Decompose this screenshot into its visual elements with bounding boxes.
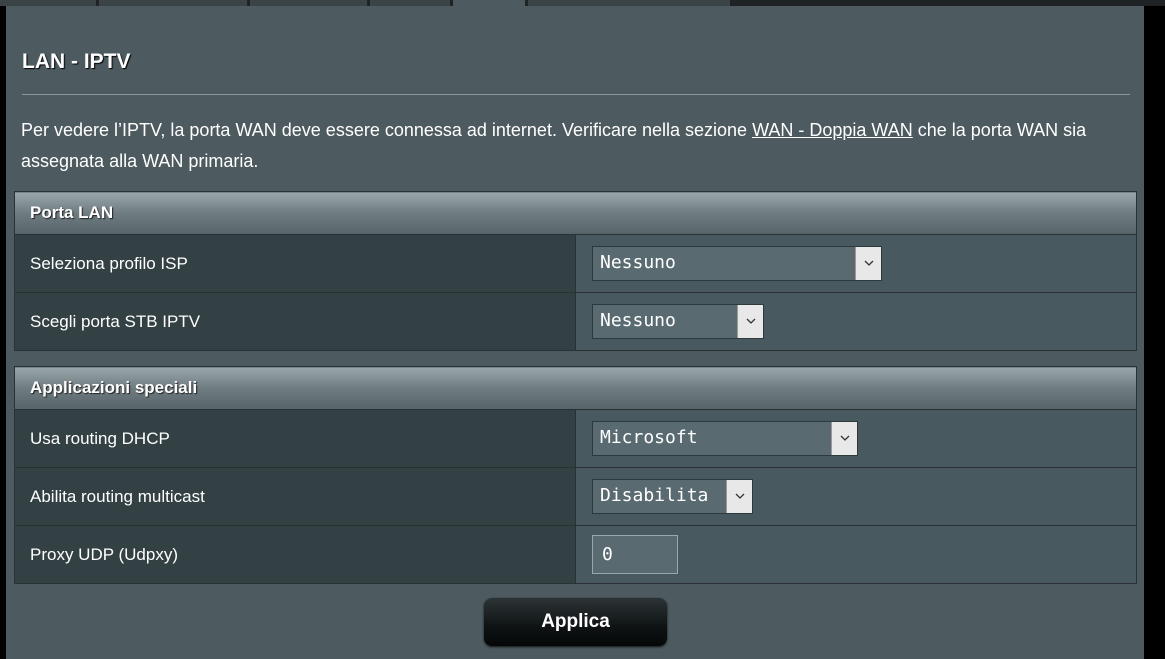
table-row: Abilita routing multicast Disabilita	[14, 467, 1137, 526]
multicast-routing-label: Abilita routing multicast	[14, 467, 576, 526]
lan-port-header: Porta LAN	[14, 191, 1137, 235]
dhcp-routing-value: Microsoft	[600, 427, 698, 448]
udp-proxy-input[interactable]: 0	[592, 535, 678, 574]
title-divider	[22, 94, 1130, 95]
table-row: Scegli porta STB IPTV Nessuno	[14, 292, 1137, 351]
table-row: Usa routing DHCP Microsoft	[14, 409, 1137, 468]
chevron-down-icon[interactable]	[831, 422, 857, 455]
isp-profile-select[interactable]: Nessuno	[592, 246, 882, 281]
wan-dual-wan-link[interactable]: WAN - Doppia WAN	[752, 120, 913, 140]
multicast-routing-value: Disabilita	[600, 485, 709, 506]
stb-port-label: Scegli porta STB IPTV	[14, 292, 576, 351]
multicast-routing-select[interactable]: Disabilita	[592, 479, 753, 514]
stb-port-cell: Nessuno	[575, 292, 1137, 351]
chevron-down-icon[interactable]	[737, 305, 763, 338]
udp-proxy-value: 0	[602, 544, 613, 565]
stb-port-value: Nessuno	[600, 310, 676, 331]
lan-port-table: Porta LAN Seleziona profilo ISP Nessuno …	[14, 191, 1137, 351]
dhcp-routing-select[interactable]: Microsoft	[592, 421, 858, 456]
isp-profile-label: Seleziona profilo ISP	[14, 234, 576, 293]
isp-profile-value: Nessuno	[600, 252, 676, 273]
multicast-routing-cell: Disabilita	[575, 467, 1137, 526]
chevron-down-icon[interactable]	[726, 480, 752, 513]
isp-profile-cell: Nessuno	[575, 234, 1137, 293]
dhcp-routing-cell: Microsoft	[575, 409, 1137, 468]
table-row: Seleziona profilo ISP Nessuno	[14, 234, 1137, 293]
page-description: Per vedere l’IPTV, la porta WAN deve ess…	[21, 115, 1131, 177]
table-row: Proxy UDP (Udpxy) 0	[14, 525, 1137, 584]
special-apps-header: Applicazioni speciali	[14, 366, 1137, 410]
apply-button[interactable]: Applica	[484, 598, 667, 646]
chevron-down-icon[interactable]	[855, 247, 881, 280]
page-title: LAN - IPTV	[22, 50, 131, 73]
content-panel: LAN - IPTV Per vedere l’IPTV, la porta W…	[6, 6, 1144, 659]
special-apps-table: Applicazioni speciali Usa routing DHCP M…	[14, 366, 1137, 584]
dhcp-routing-label: Usa routing DHCP	[14, 409, 576, 468]
udp-proxy-label: Proxy UDP (Udpxy)	[14, 525, 576, 584]
description-text: Per vedere l’IPTV, la porta WAN deve ess…	[21, 120, 753, 140]
udp-proxy-cell: 0	[575, 525, 1137, 584]
stb-port-select[interactable]: Nessuno	[592, 304, 764, 339]
